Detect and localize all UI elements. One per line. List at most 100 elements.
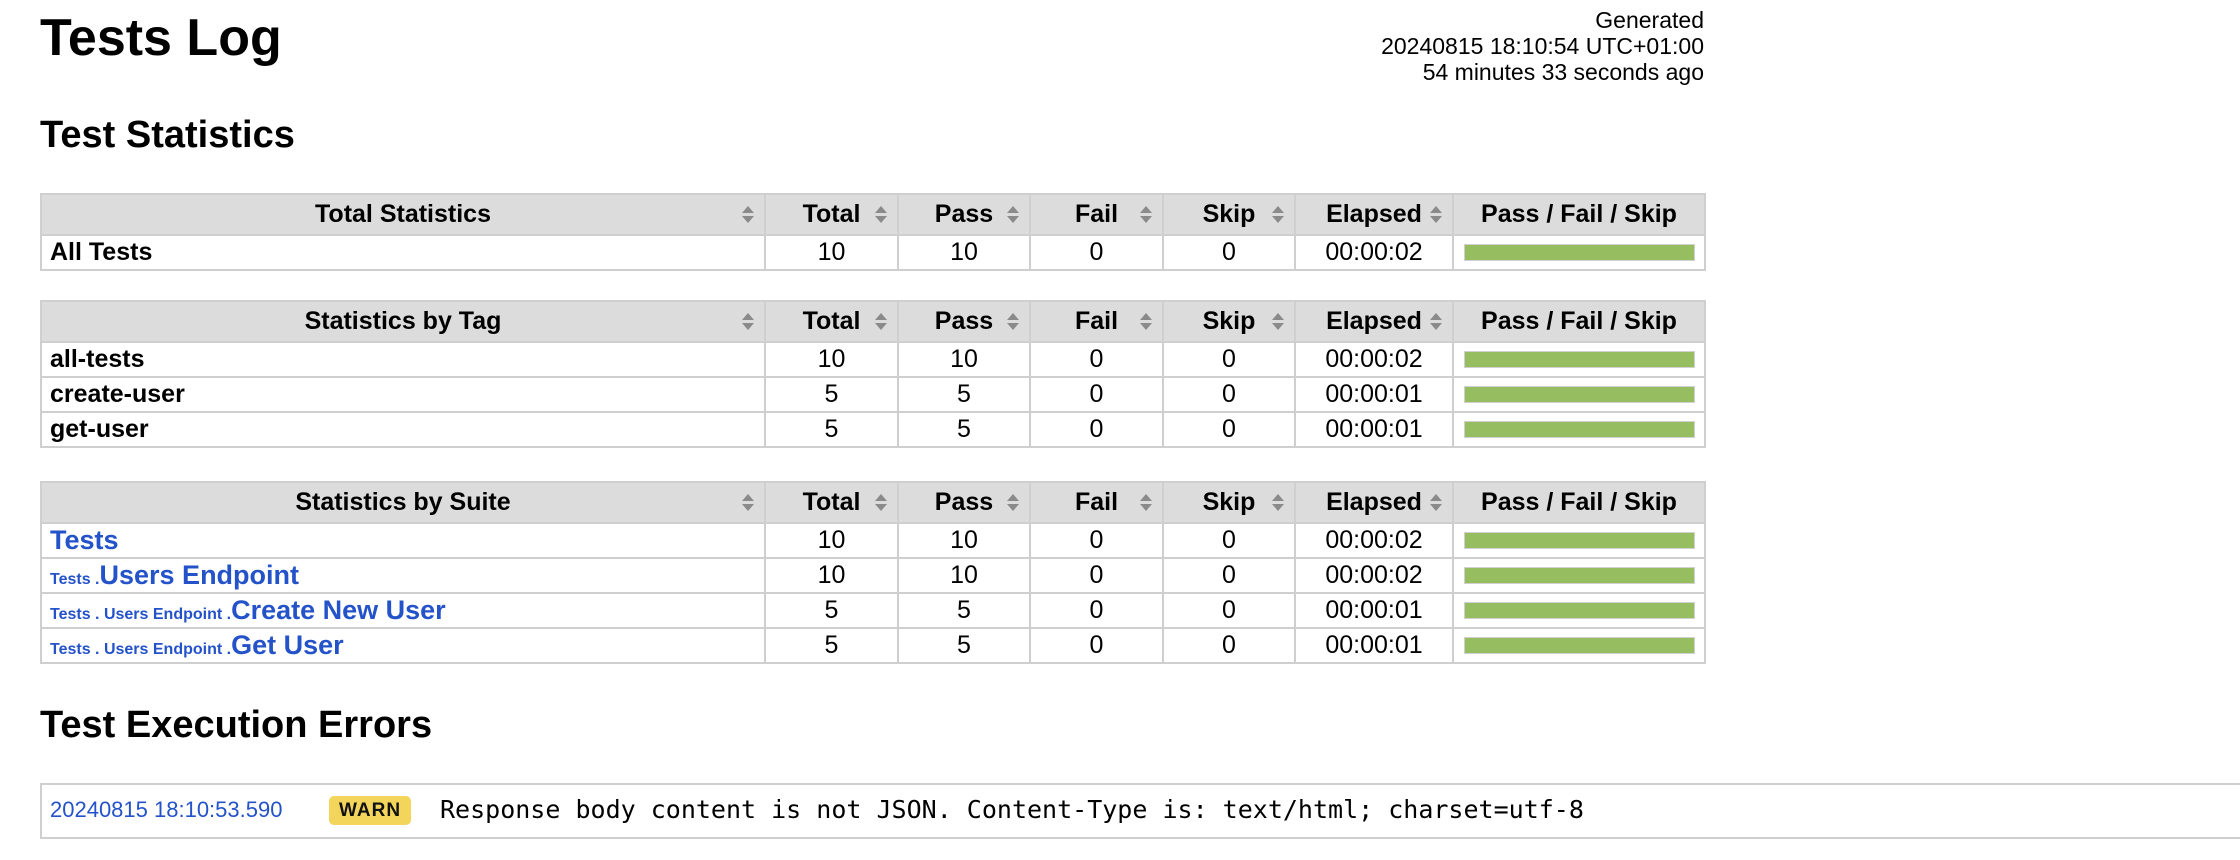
error-message: Response body content is not JSON. Conte… (440, 795, 1584, 824)
tag-statistics-table: Statistics by Tag Total Pass Fail Skip Elapse… (40, 300, 1706, 448)
row-name: all-tests (50, 345, 145, 373)
column-header-total[interactable]: Total (764, 481, 899, 524)
column-header-fail[interactable]: Fail (1029, 481, 1164, 524)
cell-elapsed: 00:00:02 (1294, 341, 1454, 378)
cell-skip: 0 (1162, 557, 1296, 594)
sort-arrows-icon (1430, 313, 1442, 330)
table-row: Tests 10 10 0 0 00:00:02 (40, 522, 1706, 559)
sort-arrows-icon (1140, 313, 1152, 330)
column-header-label: Fail (1074, 307, 1119, 335)
cell-elapsed: 00:00:02 (1294, 557, 1454, 594)
column-header-graph: Pass / Fail / Skip (1452, 300, 1706, 343)
sort-arrows-icon (1272, 494, 1284, 511)
column-header-name[interactable]: Statistics by Tag (40, 300, 766, 343)
cell-pass: 5 (897, 627, 1031, 664)
cell-fail: 0 (1029, 411, 1164, 448)
column-header-name[interactable]: Statistics by Suite (40, 481, 766, 524)
cell-skip: 0 (1162, 376, 1296, 413)
column-header-skip[interactable]: Skip (1162, 481, 1296, 524)
column-header-label: Elapsed (1326, 488, 1422, 516)
sort-arrows-icon (1272, 206, 1284, 223)
generated-info: Generated 20240815 18:10:54 UTC+01:00 54… (1270, 7, 1704, 85)
suite-link[interactable]: Get User (231, 630, 344, 660)
row-name-cell: All Tests (40, 234, 766, 271)
test-execution-errors-heading: Test Execution Errors (40, 704, 433, 746)
column-header-elapsed[interactable]: Elapsed (1294, 481, 1454, 524)
cell-skip: 0 (1162, 627, 1296, 664)
sort-arrows-icon (1140, 206, 1152, 223)
cell-graph (1452, 376, 1706, 413)
column-header-skip[interactable]: Skip (1162, 300, 1296, 343)
column-header-label: Pass (934, 307, 994, 335)
row-name-cell: all-tests (40, 341, 766, 378)
sort-arrows-icon (875, 494, 887, 511)
pass-fail-skip-bar (1464, 386, 1696, 403)
column-header-label: Pass / Fail / Skip (1481, 488, 1677, 516)
generated-ago: 54 minutes 33 seconds ago (1422, 59, 1704, 85)
table-row: Tests . Users Endpoint .Create New User 5… (40, 592, 1706, 629)
error-timestamp-link[interactable]: 20240815 18:10:53.590 (50, 797, 282, 823)
table-row: create-user 5 5 0 0 00:00:01 (40, 376, 1706, 413)
cell-skip: 0 (1162, 234, 1296, 271)
column-header-label: Skip (1202, 200, 1256, 228)
table-header-row: Total Statistics Total Pass Fail Skip Elapsed… (40, 193, 1706, 236)
column-header-label: Fail (1074, 200, 1119, 228)
column-header-elapsed[interactable]: Elapsed (1294, 300, 1454, 343)
cell-elapsed: 00:00:02 (1294, 522, 1454, 559)
column-header-total[interactable]: Total (764, 300, 899, 343)
sort-arrows-icon (1007, 313, 1019, 330)
suite-link[interactable]: Tests (50, 525, 119, 555)
suite-link[interactable]: Create New User (231, 595, 446, 625)
pass-fail-skip-bar (1464, 567, 1696, 584)
row-name-cell: Tests .Users Endpoint (40, 557, 766, 594)
cell-graph (1452, 627, 1706, 664)
cell-elapsed: 00:00:01 (1294, 592, 1454, 629)
sort-arrows-icon (875, 313, 887, 330)
sort-arrows-icon (742, 313, 754, 330)
column-header-label: Pass (934, 488, 994, 516)
column-header-label: Elapsed (1326, 307, 1422, 335)
sort-arrows-icon (742, 494, 754, 511)
sort-arrows-icon (1007, 206, 1019, 223)
column-header-label: Pass (934, 200, 994, 228)
column-header-label: Statistics by Suite (295, 488, 511, 516)
generated-timestamp: 20240815 18:10:54 UTC+01:00 (1381, 33, 1704, 59)
column-header-fail[interactable]: Fail (1029, 193, 1164, 236)
suite-link[interactable]: Users Endpoint (100, 560, 300, 590)
cell-pass: 10 (897, 522, 1031, 559)
cell-graph (1452, 522, 1706, 559)
cell-elapsed: 00:00:02 (1294, 234, 1454, 271)
column-header-label: Pass / Fail / Skip (1481, 200, 1677, 228)
column-header-graph: Pass / Fail / Skip (1452, 481, 1706, 524)
table-row: Tests .Users Endpoint 10 10 0 0 00:00:02 (40, 557, 1706, 594)
suite-parent-path: Tests . (50, 571, 100, 588)
table-row: all-tests 10 10 0 0 00:00:02 (40, 341, 1706, 378)
column-header-elapsed[interactable]: Elapsed (1294, 193, 1454, 236)
generated-label: Generated (1595, 7, 1704, 33)
pass-fail-skip-bar (1464, 637, 1696, 654)
cell-graph (1452, 341, 1706, 378)
column-header-fail[interactable]: Fail (1029, 300, 1164, 343)
column-header-total[interactable]: Total (764, 193, 899, 236)
table-row: get-user 5 5 0 0 00:00:01 (40, 411, 1706, 448)
column-header-name[interactable]: Total Statistics (40, 193, 766, 236)
cell-skip: 0 (1162, 592, 1296, 629)
column-header-pass[interactable]: Pass (897, 193, 1031, 236)
cell-fail: 0 (1029, 592, 1164, 629)
cell-pass: 5 (897, 376, 1031, 413)
column-header-pass[interactable]: Pass (897, 481, 1031, 524)
column-header-pass[interactable]: Pass (897, 300, 1031, 343)
cell-fail: 0 (1029, 522, 1164, 559)
row-name-cell: get-user (40, 411, 766, 448)
column-header-label: Elapsed (1326, 200, 1422, 228)
test-statistics-heading: Test Statistics (40, 114, 295, 156)
pass-fail-skip-bar (1464, 421, 1696, 438)
row-name: create-user (50, 380, 185, 408)
sort-arrows-icon (1430, 494, 1442, 511)
column-header-skip[interactable]: Skip (1162, 193, 1296, 236)
pass-fail-skip-bar (1464, 602, 1696, 619)
column-header-label: Total Statistics (315, 200, 491, 228)
cell-elapsed: 00:00:01 (1294, 627, 1454, 664)
suite-statistics-table: Statistics by Suite Total Pass Fail Skip Elap… (40, 481, 1706, 664)
table-header-row: Statistics by Tag Total Pass Fail Skip Elapse… (40, 300, 1706, 343)
